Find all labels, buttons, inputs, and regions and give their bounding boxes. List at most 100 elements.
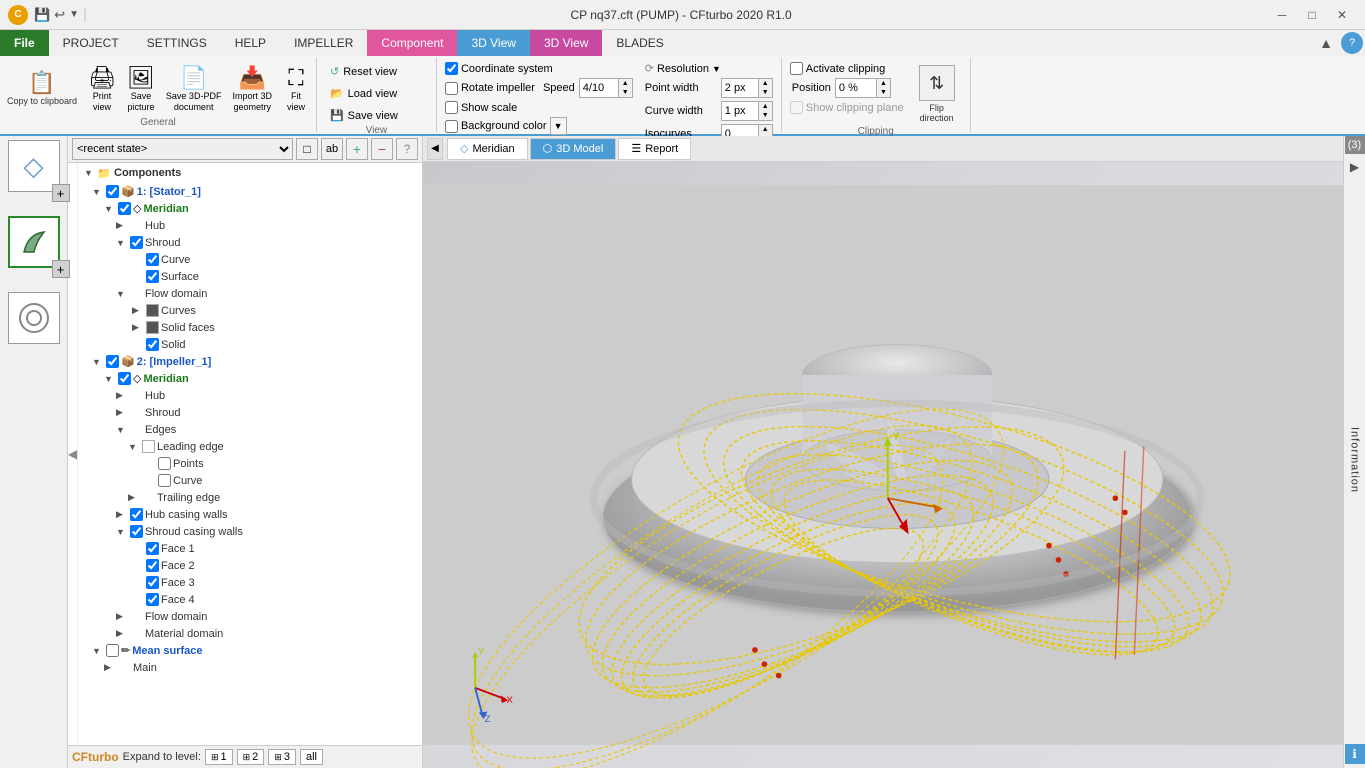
- expand-2-btn[interactable]: ⊞ 2: [237, 749, 265, 765]
- speed-down-btn[interactable]: ▼: [618, 88, 632, 97]
- position-value[interactable]: [836, 79, 876, 97]
- expand-1-btn[interactable]: ⊞ 1: [205, 749, 233, 765]
- expand-all-btn[interactable]: all: [300, 749, 323, 765]
- cw-up-btn[interactable]: ▲: [758, 102, 772, 111]
- info-icon-btn[interactable]: ℹ: [1345, 744, 1365, 764]
- tree-item-face4[interactable]: Face 4: [130, 591, 422, 608]
- tree-item-leading-edge[interactable]: ▼ Leading edge: [126, 438, 422, 455]
- ring-icon-btn[interactable]: [8, 292, 60, 344]
- tree-new-btn[interactable]: □: [296, 138, 318, 160]
- tree-item-mean-surface[interactable]: ▼ ✏ Mean surface: [90, 642, 422, 659]
- tree-item-stator-hub[interactable]: ▶ Hub: [114, 217, 422, 234]
- tab-3dview2[interactable]: 3D View: [530, 30, 602, 56]
- maximize-btn[interactable]: □: [1297, 5, 1327, 25]
- help-icon-btn[interactable]: ?: [1341, 32, 1363, 54]
- collapse-tree-btn[interactable]: ◀: [427, 138, 443, 160]
- tab-project[interactable]: PROJECT: [49, 30, 133, 56]
- iso-up-btn[interactable]: ▲: [758, 125, 772, 134]
- tree-item-face3[interactable]: Face 3: [130, 574, 422, 591]
- tab-report[interactable]: ☰ Report: [618, 138, 691, 160]
- tab-meridian[interactable]: ◇ Meridian: [447, 138, 528, 160]
- speed-input[interactable]: [580, 79, 618, 97]
- save-3dpdf-btn[interactable]: 📄 Save 3D-PDFdocument: [161, 62, 227, 116]
- tree-item-points[interactable]: Points: [142, 455, 422, 472]
- save-view-btn[interactable]: 💾 Save view: [325, 106, 428, 125]
- 3d-viewport[interactable]: Y Y X Z: [423, 162, 1343, 768]
- tree-item-impeller-flowdomain[interactable]: ▶ Flow domain: [114, 608, 422, 625]
- pos-down-btn[interactable]: ▼: [876, 88, 890, 97]
- tree-item-stator-shroud-curve[interactable]: Curve: [130, 251, 422, 268]
- tree-item-stator-shroud-surface[interactable]: Surface: [130, 268, 422, 285]
- tree-item-shroud-casing[interactable]: ▼ Shroud casing walls: [114, 523, 422, 540]
- undo-btn[interactable]: ↩: [54, 6, 65, 24]
- minimize-btn[interactable]: ─: [1267, 5, 1297, 25]
- pw-up-btn[interactable]: ▲: [758, 79, 772, 88]
- tree-item-impeller-meridian[interactable]: ▼ ◇ Meridian: [102, 370, 422, 387]
- speed-up-btn[interactable]: ▲: [618, 79, 632, 88]
- print-view-btn[interactable]: 🖨 Printview: [83, 62, 121, 116]
- tree-item-face2[interactable]: Face 2: [130, 557, 422, 574]
- state-selector[interactable]: <recent state>: [72, 138, 293, 160]
- tree-add-btn[interactable]: +: [346, 138, 368, 160]
- tree-item-material-domain[interactable]: ▶ Material domain: [114, 625, 422, 642]
- pos-up-btn[interactable]: ▲: [876, 79, 890, 88]
- point-width-value[interactable]: [722, 79, 758, 97]
- background-color-cb[interactable]: Background color: [445, 120, 547, 133]
- view-tabs-bar: ◀ ◇ Meridian ⬡ 3D Model ☰ Report: [423, 136, 1343, 162]
- copy-clipboard-btn[interactable]: 📋 Copy to clipboard: [2, 67, 82, 110]
- tab-3d-model[interactable]: ⬡ 3D Model: [530, 138, 617, 160]
- expand-3-btn[interactable]: ⊞ 3: [268, 749, 296, 765]
- tree-item-le-curve[interactable]: Curve: [142, 472, 422, 489]
- add-top-btn[interactable]: +: [52, 184, 70, 202]
- tree-item-stator-flowdomain[interactable]: ▼ Flow domain: [114, 285, 422, 302]
- resolution-btn[interactable]: ⟳ Resolution ▼: [645, 62, 773, 75]
- ribbon-collapse-btn[interactable]: ▲: [1313, 30, 1339, 56]
- tab-settings[interactable]: SETTINGS: [133, 30, 221, 56]
- show-scale-cb[interactable]: Show scale: [445, 101, 633, 114]
- ribbon-group-view: ↺ Reset view 📂 Load view 💾 Save view Vie…: [317, 58, 437, 132]
- tree-item-stator-shroud[interactable]: ▼ Shroud: [114, 234, 422, 251]
- import-3d-btn[interactable]: 📥 Import 3Dgeometry: [227, 62, 277, 116]
- tree-item-impeller1[interactable]: ▼ 📦 2: [Impeller_1]: [90, 353, 422, 370]
- tree-rename-btn[interactable]: ab: [321, 138, 343, 160]
- tree-item-stator-solid[interactable]: Solid: [130, 336, 422, 353]
- collapse-right-btn[interactable]: ▶: [1345, 158, 1365, 176]
- reset-view-btn[interactable]: ↺ Reset view: [325, 62, 428, 81]
- show-clipping-plane-cb[interactable]: Show clipping plane: [790, 101, 904, 114]
- tree-help-btn[interactable]: ?: [396, 138, 418, 160]
- tab-blades[interactable]: BLADES: [602, 30, 677, 56]
- close-btn[interactable]: ✕: [1327, 5, 1357, 25]
- tab-help[interactable]: HELP: [221, 30, 280, 56]
- background-dropdown-btn[interactable]: ▼: [550, 117, 567, 135]
- activate-clipping-cb[interactable]: Activate clipping: [790, 62, 904, 75]
- coordinate-system-cb[interactable]: Coordinate system: [445, 62, 633, 75]
- tab-3dview1[interactable]: 3D View: [457, 30, 529, 56]
- tree-item-main[interactable]: ▶ Main: [102, 659, 422, 676]
- tree-item-stator1[interactable]: ▼ 📦 1: [Stator_1]: [90, 183, 422, 200]
- flip-direction-btn[interactable]: ⇅ Flipdirection: [912, 62, 962, 126]
- tree-item-edges[interactable]: ▼ Edges: [114, 421, 422, 438]
- tree-item-trailing-edge[interactable]: ▶ Trailing edge: [126, 489, 422, 506]
- tree-item-face1[interactable]: Face 1: [130, 540, 422, 557]
- tree-item-components[interactable]: ▼ 📁 Components: [78, 163, 422, 183]
- cw-down-btn[interactable]: ▼: [758, 111, 772, 120]
- tree-remove-btn[interactable]: −: [371, 138, 393, 160]
- tab-component[interactable]: Component: [367, 30, 457, 56]
- tree-header: <recent state> □ ab + − ?: [68, 136, 422, 163]
- tree-item-stator-solidfaces[interactable]: ▶ Solid faces: [130, 319, 422, 336]
- tree-item-hub-casing[interactable]: ▶ Hub casing walls: [114, 506, 422, 523]
- fit-view-btn[interactable]: ⛶ Fitview: [278, 62, 314, 116]
- save-quick-btn[interactable]: 💾: [34, 6, 50, 24]
- tree-item-impeller-shroud[interactable]: ▶ Shroud: [114, 404, 422, 421]
- tree-item-stator-curves[interactable]: ▶ Curves: [130, 302, 422, 319]
- tree-item-impeller-hub[interactable]: ▶ Hub: [114, 387, 422, 404]
- pw-down-btn[interactable]: ▼: [758, 88, 772, 97]
- save-picture-btn[interactable]: 🖼 Savepicture: [122, 62, 160, 116]
- rotate-impeller-cb[interactable]: Rotate impeller: [445, 82, 535, 95]
- load-view-btn[interactable]: 📂 Load view: [325, 84, 428, 103]
- tab-file[interactable]: File: [0, 30, 49, 56]
- curve-width-value[interactable]: [722, 102, 758, 120]
- add-mid-btn[interactable]: +: [52, 260, 70, 278]
- tree-item-stator-meridian[interactable]: ▼ ◇ Meridian: [102, 200, 422, 217]
- tab-impeller[interactable]: IMPELLER: [280, 30, 367, 56]
